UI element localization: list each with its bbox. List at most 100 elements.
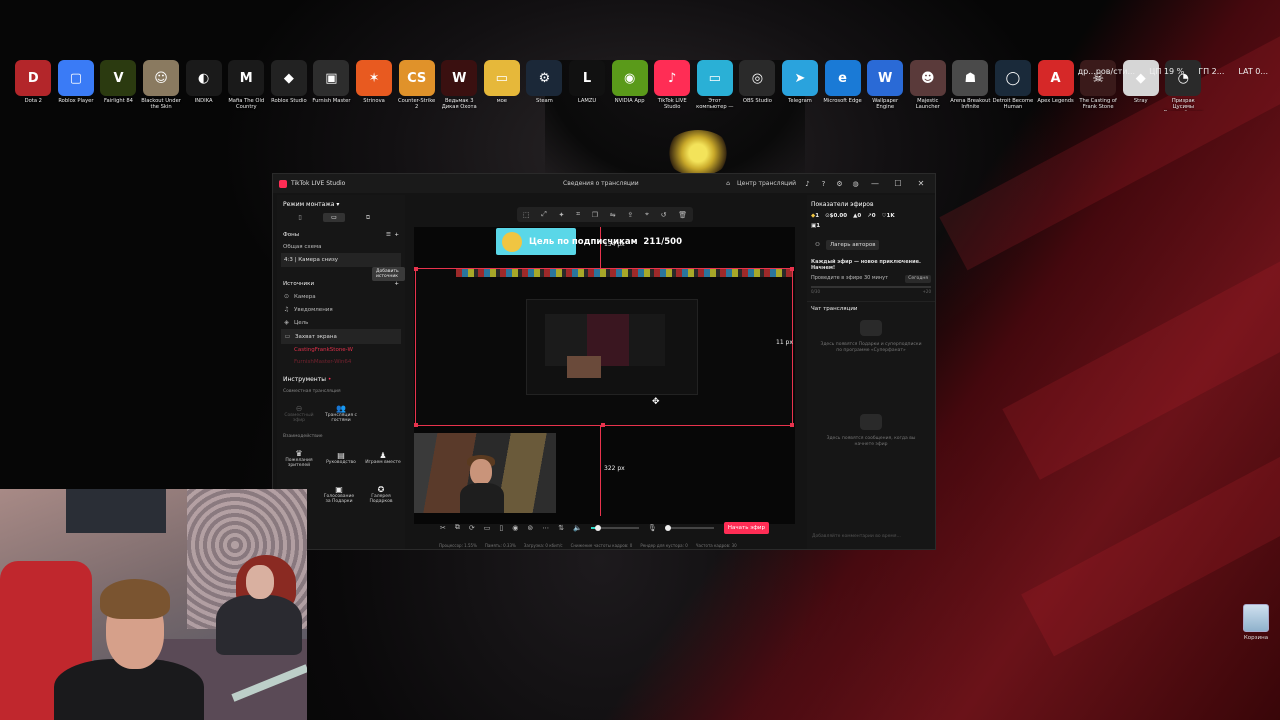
center-icon[interactable]: ✦ [559,211,565,219]
portrait-mode-icon[interactable]: ▯ [289,213,311,222]
desktop-shortcut[interactable]: V Fairlight 84 [97,60,140,118]
add-scene-icon[interactable]: + [394,232,399,238]
recycle-bin[interactable]: Корзина [1236,604,1276,641]
more-icon[interactable]: ⋯ [542,524,549,532]
source-item[interactable]: ◈ Цель [277,316,405,329]
tool-button[interactable]: ♛ Пожелания зрителей [281,444,317,474]
desktop-shortcut[interactable]: ◆ Roblox Studio [268,60,311,118]
pin-icon[interactable]: ⌖ [645,210,649,219]
volume-slider[interactable] [590,524,639,531]
desktop-shortcut[interactable]: ➤ Telegram [779,60,822,118]
scene-item[interactable]: Общая схема [277,241,405,253]
desktop-shortcut[interactable]: ▣ Furnish Master [310,60,353,118]
notifications-icon[interactable]: ♪ [803,180,812,188]
home-icon[interactable]: ⌂ [726,180,730,187]
preview-canvas[interactable]: Цель по подписчикам 211/500 154 px ✥ 11 … [414,227,795,524]
desktop-shortcut[interactable]: ⚙ Steam [523,60,566,118]
delete-icon[interactable]: 🗑 [678,211,687,219]
desktop-shortcut[interactable]: D Dota 2 [12,60,55,118]
desktop-shortcut[interactable]: ◐ INDIKA [182,60,225,118]
speaker-icon[interactable]: 🔈 [573,524,582,532]
add-source-icon[interactable]: + [394,281,399,287]
help-icon[interactable]: ? [819,180,828,188]
mic-icon[interactable]: 🎙 [648,524,657,532]
desktop-shortcut[interactable]: ▢ Roblox Player [55,60,98,118]
crop-icon[interactable]: ⌗ [576,210,580,219]
desktop-shortcut[interactable]: ☻ Majestic Launcher [906,60,949,118]
magic-icon[interactable]: ✂ [440,524,446,532]
mixer-icon[interactable]: ⇅ [558,524,564,532]
layer-up-icon[interactable]: ⇪ [627,211,633,219]
fit-icon[interactable]: ⤢ [541,210,547,219]
mic-knob[interactable] [665,524,672,531]
mic-slider[interactable] [665,524,714,531]
desktop-shortcut[interactable]: L LAMZU [566,60,609,118]
scene-item-selected[interactable]: 4:3 | Камера снизу [281,253,401,267]
desktop-shortcut[interactable]: W Ведьмак 3 Дикая Охота [438,60,481,118]
resize-handle[interactable] [414,423,418,427]
creator-camp-button[interactable]: Лагерь авторов [825,240,880,250]
chat-input[interactable]: Добавляйте комментарии во время... [809,531,933,543]
maximize-button[interactable]: ☐ [890,179,906,188]
desktop-shortcut[interactable]: ☗ Arena Breakout Infinite [949,60,992,118]
desktop-shortcut[interactable]: ♪ TikTok LIVE Studio [651,60,694,118]
chat-title: Чат трансляции [807,301,935,316]
webcam-poster [66,489,166,533]
tool-button[interactable]: ♟ Играем вместе [365,444,401,474]
desktop-shortcut[interactable]: ▭ мое [481,60,524,118]
flip-icon[interactable]: ⇋ [610,211,616,219]
edit-mode-dropdown[interactable]: Режим монтажа ▾ [277,195,405,211]
tool-button[interactable]: ▤ Руководство [323,444,359,474]
stream-info-title[interactable]: Сведения о трансляции [563,180,639,187]
camera-source[interactable] [414,433,556,513]
source-item[interactable]: FurnishMaster-Win64 [277,356,405,368]
desktop-shortcut[interactable]: e Microsoft Edge [821,60,864,118]
tool-button[interactable]: 👥 Трансляция с гостями [323,399,359,429]
source-item[interactable]: CastingFrankStone-W [277,344,405,356]
shortcut-label: Wallpaper Engine [872,98,899,110]
resize-handle[interactable] [414,267,418,271]
list-icon[interactable]: ☰ [386,232,391,238]
source-item[interactable]: ♫ Уведомления [277,303,405,316]
resize-handle[interactable] [601,423,605,427]
quest-chip[interactable]: Сегодня [905,275,931,283]
volume-knob[interactable] [595,524,601,531]
replay-icon[interactable]: ⟳ [469,524,475,532]
dual-mode-icon[interactable]: ⧉ [357,213,379,222]
profile-icon[interactable]: ◍ [851,180,860,188]
screen-capture-source[interactable]: ✥ [414,267,794,427]
phone-icon[interactable]: ▯ [499,524,503,532]
rotate-icon[interactable]: ↺ [661,211,667,219]
tool-button[interactable]: ▣ Голосование за Подарки [321,480,357,510]
screen-icon[interactable]: ▭ [484,524,491,532]
desktop-shortcut[interactable]: ◯ Detroit Become Human [992,60,1035,118]
desktop-shortcut[interactable]: W Wallpaper Engine [864,60,907,118]
minimize-button[interactable]: — [867,179,883,188]
copy-icon[interactable]: ❐ [592,211,598,219]
desktop-shortcut[interactable]: ☺ Blackout Under the Skin [140,60,183,118]
shortcut-label: Furnish Master [312,98,351,104]
settings-icon[interactable]: ⚙ [835,180,844,188]
resize-handle[interactable] [790,423,794,427]
desktop-shortcut[interactable]: A Apex Legends [1034,60,1077,118]
desktop-shortcut[interactable]: ◎ OBS Studio [736,60,779,118]
record-icon[interactable]: ◉ [512,524,518,532]
landscape-mode-icon[interactable]: ▭ [323,213,345,222]
help-center-link[interactable]: Центр трансляций [737,180,796,187]
resize-handle[interactable] [790,267,794,271]
close-button[interactable]: ✕ [913,179,929,188]
desktop-shortcut[interactable]: M Mafia The Old Country [225,60,268,118]
source-item[interactable]: ▭ Захват экрана [281,329,401,344]
tool-button[interactable]: ⊖ Совместный эфир [281,399,317,429]
desktop-shortcut[interactable]: ✶ Strinova [353,60,396,118]
select-icon[interactable]: ⬚ [523,211,530,219]
tool-button[interactable]: ✪ Галерея Подарков [363,480,399,510]
scene-icon[interactable]: ⧉ [455,523,460,532]
source-item[interactable]: ⊙ Камера [277,290,405,303]
rec-icon[interactable]: ⊚ [527,524,533,532]
desktop-shortcut[interactable]: ◉ NVIDIA App [608,60,651,118]
desktop-shortcut[interactable]: ▭ Этот компьютер — ярлык [694,60,737,118]
desktop-shortcut[interactable]: CS Counter-Strike 2 [395,60,438,118]
follower-goal-widget[interactable]: Цель по подписчикам 211/500 [496,228,686,255]
go-live-button[interactable]: Начать эфир [723,521,769,534]
